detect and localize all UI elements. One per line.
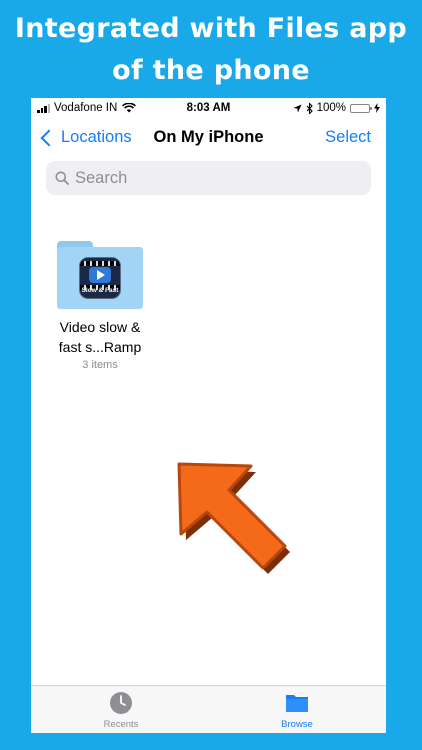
tab-recents-label: Recents: [103, 719, 139, 730]
folder-item[interactable]: Slow & Fast Video slow & fast s...Ramp 3…: [51, 241, 149, 371]
tab-browse[interactable]: Browse: [267, 691, 327, 730]
headline-line-1: Integrated with Files app: [14, 13, 408, 44]
play-icon: [89, 267, 111, 283]
tab-recents[interactable]: Recents: [91, 691, 151, 730]
app-icon-label: Slow & Fast: [81, 287, 119, 294]
slow-fast-app-icon: Slow & Fast: [79, 257, 121, 299]
status-bar: Vodafone IN 8:03 AM 100%: [31, 98, 386, 120]
folder-name: Video slow & fast s...Ramp: [58, 319, 142, 355]
navigation-bar: Locations On My iPhone Select: [31, 122, 386, 158]
promo-headline: Integrated with Files app of the phone: [0, 8, 422, 92]
search-input[interactable]: [75, 168, 335, 188]
select-button[interactable]: Select: [325, 128, 371, 147]
charging-bolt-icon: [374, 103, 380, 113]
search-bar[interactable]: [46, 161, 371, 195]
folder-icon: Slow & Fast: [57, 241, 143, 309]
search-icon: [55, 171, 69, 185]
tab-bar: Recents Browse: [31, 685, 386, 733]
pointer-arrow-icon: [177, 462, 290, 574]
clock-icon: [110, 692, 132, 714]
bluetooth-icon: [306, 102, 313, 114]
folder-item-count: 3 items: [82, 359, 118, 371]
battery-percent: 100%: [316, 102, 346, 114]
headline-line-2: of the phone: [112, 55, 310, 86]
folder-icon: [286, 695, 308, 712]
battery-icon: [350, 103, 372, 113]
tab-browse-label: Browse: [281, 719, 313, 730]
phone-screen: Vodafone IN 8:03 AM 100% Locations On My…: [31, 98, 386, 733]
location-arrow-icon: [293, 103, 302, 113]
